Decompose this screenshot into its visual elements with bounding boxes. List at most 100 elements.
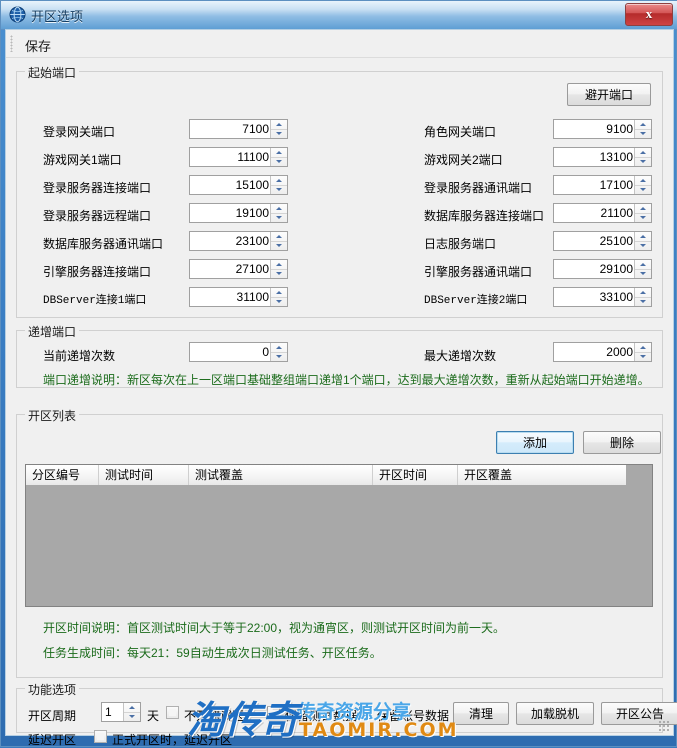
spinner-down-icon[interactable] (635, 213, 651, 222)
title-bar-gradient (1, 1, 677, 29)
spinner-buttons[interactable] (634, 343, 651, 361)
cycle-spinner[interactable]: 1 (101, 702, 141, 722)
spinner-down-icon[interactable] (635, 157, 651, 166)
port-spinner-left-6[interactable]: 31100 (189, 287, 288, 307)
port-spinner-right-1[interactable]: 13100 (553, 147, 652, 167)
resize-grip[interactable] (658, 720, 670, 732)
spinner-buttons[interactable] (634, 120, 651, 138)
spinner-down-icon[interactable] (271, 297, 287, 306)
spinner-down-icon[interactable] (271, 157, 287, 166)
spinner-buttons[interactable] (270, 120, 287, 138)
spinner-down-icon[interactable] (271, 269, 287, 278)
spinner-buttons[interactable] (634, 260, 651, 278)
save-button[interactable]: 保存 (20, 35, 56, 56)
avoid-ports-button[interactable]: 避开端口 (567, 83, 651, 106)
spinner-down-icon[interactable] (635, 352, 651, 361)
port-label-right-6: DBServer连接2端口 (424, 295, 528, 307)
spinner-buttons[interactable] (634, 148, 651, 166)
port-label-left-0: 登录网关端口 (43, 125, 116, 139)
spinner-down-icon[interactable] (271, 129, 287, 138)
port-label-right-5: 引擎服务器通讯端口 (424, 265, 533, 279)
spinner-buttons[interactable] (270, 176, 287, 194)
spinner-buttons[interactable] (123, 703, 140, 721)
checkbox-keep-account-data[interactable] (359, 706, 372, 719)
port-spinner-right-3[interactable]: 21100 (553, 203, 652, 223)
port-label-left-6: DBServer连接1端口 (43, 295, 147, 307)
close-button[interactable]: x (625, 3, 673, 26)
max-increment-label: 最大递增次数 (424, 349, 497, 363)
port-value-left-5: 27100 (235, 262, 269, 276)
zone-list-table[interactable]: 分区编号 测试时间 测试覆盖 开区时间 开区覆盖 (25, 464, 653, 607)
spinner-down-icon[interactable] (271, 213, 287, 222)
start-ports-group: 起始端口 避开端口 登录网关端口 7100 游戏网关1端口 11100 登录服务器连接端… (16, 64, 663, 318)
port-value-left-2: 15100 (235, 178, 269, 192)
checkbox-keep-test-data[interactable] (267, 706, 280, 719)
delete-zone-button[interactable]: 删除 (583, 431, 661, 454)
spinner-buttons[interactable] (634, 204, 651, 222)
port-label-left-2: 登录服务器连接端口 (43, 181, 152, 195)
spinner-buttons[interactable] (634, 288, 651, 306)
current-increment-spinner[interactable]: 0 (189, 342, 288, 362)
port-spinner-left-2[interactable]: 15100 (189, 175, 288, 195)
spinner-buttons[interactable] (634, 232, 651, 250)
spinner-buttons[interactable] (270, 260, 287, 278)
spinner-down-icon[interactable] (124, 712, 140, 721)
port-spinner-left-0[interactable]: 7100 (189, 119, 288, 139)
port-spinner-right-4[interactable]: 25100 (553, 231, 652, 251)
checkbox-no-test-zone[interactable] (166, 706, 179, 719)
port-spinner-left-3[interactable]: 19100 (189, 203, 288, 223)
port-value-right-4: 25100 (599, 234, 633, 248)
checkbox-keep-account-data-label: 保留账号数据 (377, 709, 450, 723)
function-options-content: 开区周期 1 天 不开测试区 保留测试数据 保留账号数据 清理 加载脱机 开区公… (16, 688, 677, 747)
spinner-down-icon[interactable] (635, 297, 651, 306)
port-label-right-1: 游戏网关2端口 (424, 153, 503, 167)
table-header-3[interactable]: 开区时间 (373, 465, 458, 485)
spinner-down-icon[interactable] (635, 241, 651, 250)
port-spinner-right-0[interactable]: 9100 (553, 119, 652, 139)
spinner-buttons[interactable] (270, 288, 287, 306)
load-offline-button[interactable]: 加载脱机 (516, 702, 594, 725)
table-header-0[interactable]: 分区编号 (26, 465, 99, 485)
port-value-left-6: 31100 (236, 290, 269, 304)
client-area: 保存 起始端口 避开端口 登录网关端口 7100 游戏网关1端口 11100 登录服务器… (5, 29, 677, 747)
spinner-down-icon[interactable] (271, 352, 287, 361)
spinner-down-icon[interactable] (635, 185, 651, 194)
port-spinner-left-4[interactable]: 23100 (189, 231, 288, 251)
port-spinner-right-2[interactable]: 17100 (553, 175, 652, 195)
table-header-2[interactable]: 测试覆盖 (189, 465, 373, 485)
port-value-right-3: 21100 (600, 206, 633, 220)
spinner-buttons[interactable] (270, 232, 287, 250)
current-increment-value: 0 (262, 345, 269, 359)
table-header-4[interactable]: 开区覆盖 (458, 465, 628, 485)
add-zone-button[interactable]: 添加 (496, 431, 574, 454)
port-spinner-left-1[interactable]: 11100 (189, 147, 288, 167)
port-spinner-right-6[interactable]: 33100 (553, 287, 652, 307)
application-window: 开区选项 x 保存 起始端口 避开端口 登录网关端口 7100 游戏网关1端口 111… (0, 0, 677, 747)
window-title: 开区选项 (31, 9, 84, 24)
port-spinner-right-5[interactable]: 29100 (553, 259, 652, 279)
title-bar: 开区选项 x (1, 1, 677, 30)
checkbox-delay-open[interactable] (94, 730, 107, 743)
spinner-buttons[interactable] (270, 148, 287, 166)
max-increment-value: 2000 (606, 345, 633, 359)
spinner-down-icon[interactable] (635, 269, 651, 278)
spinner-buttons[interactable] (634, 176, 651, 194)
port-label-left-4: 数据库服务器通讯端口 (43, 237, 164, 251)
spinner-buttons[interactable] (270, 204, 287, 222)
port-spinner-left-5[interactable]: 27100 (189, 259, 288, 279)
port-value-right-2: 17100 (599, 178, 633, 192)
port-label-left-5: 引擎服务器连接端口 (43, 265, 152, 279)
spinner-down-icon[interactable] (271, 185, 287, 194)
max-increment-spinner[interactable]: 2000 (553, 342, 652, 362)
table-header-1[interactable]: 测试时间 (99, 465, 189, 485)
spinner-down-icon[interactable] (635, 129, 651, 138)
port-label-left-3: 登录服务器远程端口 (43, 209, 152, 223)
cycle-label: 开区周期 (28, 709, 77, 723)
clean-button[interactable]: 清理 (453, 702, 509, 725)
toolbar-grip[interactable] (10, 35, 13, 52)
spinner-buttons[interactable] (270, 343, 287, 361)
port-value-left-1: 11100 (237, 150, 269, 164)
function-options-group: 功能选项 开区周期 1 天 不开测试区 保留测试数据 保留账号数据 清理 加载脱… (16, 681, 677, 747)
spinner-down-icon[interactable] (271, 241, 287, 250)
port-label-left-1: 游戏网关1端口 (43, 153, 122, 167)
